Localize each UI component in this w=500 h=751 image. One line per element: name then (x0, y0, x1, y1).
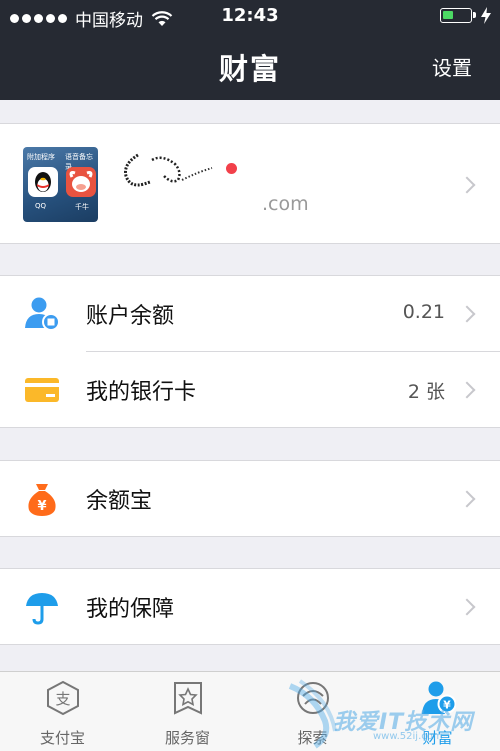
alipay-icon: 支 (47, 680, 79, 716)
balance-label: 账户余额 (86, 304, 175, 329)
chevron-right-icon (458, 381, 476, 399)
status-time: 12:43 (221, 5, 279, 26)
umbrella-icon (26, 593, 58, 625)
redacted-name-scribble (124, 153, 213, 187)
chevron-right-icon (458, 490, 476, 508)
bank-card-row[interactable]: 我的银行卡 2 张 (0, 352, 500, 428)
settings-button[interactable]: 设置 (432, 52, 472, 81)
tab-label: 支付宝 (39, 729, 85, 747)
yuebao-label: 余额宝 (86, 489, 153, 514)
card-icon (25, 378, 59, 402)
bank-card-count: 2 张 (407, 381, 445, 403)
profile-card[interactable]: 附加程序 语音备忘录 QQ 千牛 (0, 123, 500, 244)
balance-row[interactable]: 账户余额 0.21 (0, 276, 500, 352)
avatar-label: 千牛 (75, 203, 89, 211)
tab-wealth[interactable]: ¥ 财富 (375, 672, 500, 751)
battery-fill (443, 11, 453, 19)
star-window-icon (174, 682, 202, 715)
tab-service-window[interactable]: 服务窗 (125, 672, 250, 751)
battery-icon (440, 8, 476, 23)
tab-label: 服务窗 (164, 729, 210, 747)
chevron-right-icon (458, 598, 476, 616)
money-bag-icon: ¥ (28, 484, 56, 516)
svg-text:支: 支 (55, 690, 70, 708)
insurance-row[interactable]: 我的保障 (0, 569, 500, 645)
top-bar: 中国移动 12:43 财富 设置 (0, 0, 500, 100)
account-section: 账户余额 0.21 我的银行卡 2 张 (0, 275, 500, 428)
qq-logo-icon (28, 167, 58, 197)
qianniu-logo-icon (66, 167, 96, 197)
explore-icon (297, 682, 329, 714)
svg-text:¥: ¥ (443, 699, 451, 712)
tab-bar: 支 支付宝 服务窗 探索 ¥ 财富 (0, 671, 500, 751)
chevron-right-icon (458, 176, 476, 194)
yuebao-row[interactable]: ¥ 余额宝 (0, 461, 500, 537)
insurance-section: 我的保障 (0, 568, 500, 645)
account-email: .com (262, 193, 309, 215)
status-right (440, 7, 492, 24)
notification-dot (226, 163, 237, 174)
insurance-label: 我的保障 (86, 597, 175, 622)
page-title: 财富 (218, 52, 281, 86)
balance-value: 0.21 (402, 301, 445, 323)
chevron-right-icon (458, 305, 476, 323)
bank-card-label: 我的银行卡 (86, 380, 197, 405)
charging-icon (481, 7, 491, 24)
yuebao-section: ¥ 余额宝 (0, 460, 500, 537)
wealth-icon: ¥ (422, 681, 456, 714)
avatar: 附加程序 语音备忘录 QQ 千牛 (23, 147, 98, 222)
tab-label: 财富 (422, 729, 453, 747)
avatar-label: QQ (35, 202, 47, 210)
user-balance-icon (25, 297, 60, 331)
svg-text:¥: ¥ (37, 499, 46, 514)
tab-label: 探索 (297, 729, 328, 747)
avatar-label: 附加程序 (27, 153, 55, 161)
tab-alipay[interactable]: 支 支付宝 (0, 672, 125, 751)
status-bar: 中国移动 12:43 (0, 0, 500, 32)
tab-explore[interactable]: 探索 (250, 672, 375, 751)
